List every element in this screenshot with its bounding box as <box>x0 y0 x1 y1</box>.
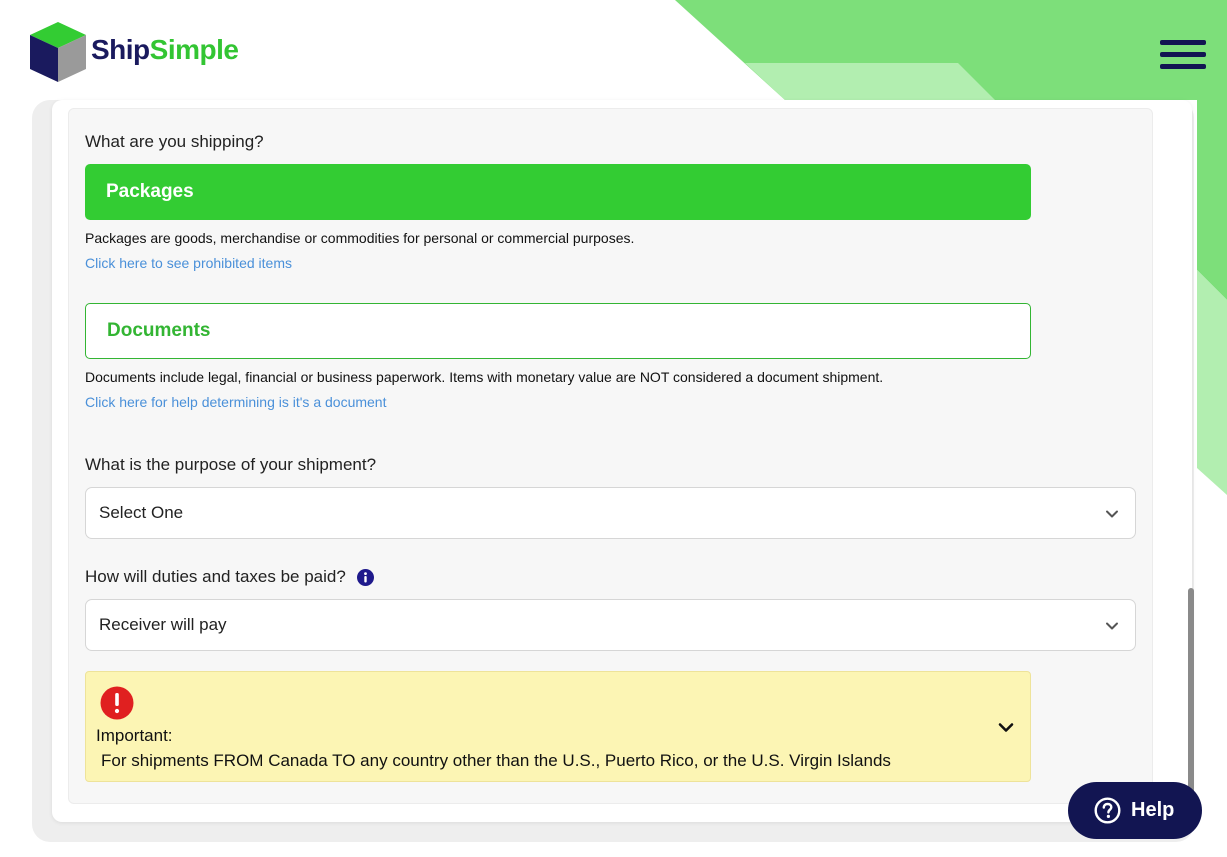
logo-text-ship: Ship <box>91 34 150 65</box>
logo-wordmark: ShipSimple <box>91 34 239 66</box>
menu-bar <box>1160 52 1206 57</box>
scrollbar[interactable] <box>1185 108 1197 828</box>
menu-bar <box>1160 64 1206 69</box>
purpose-question: What is the purpose of your shipment? <box>85 455 377 474</box>
cube-logo-icon <box>30 22 86 82</box>
important-notice[interactable]: Important: For shipments FROM Canada TO … <box>85 671 1031 782</box>
packages-option-label: Packages <box>106 181 194 202</box>
question-circle-icon <box>1094 797 1121 824</box>
documents-option[interactable]: Documents <box>85 303 1031 359</box>
chevron-down-icon <box>1106 510 1118 518</box>
exclamation-circle-icon <box>100 686 134 720</box>
chevron-down-icon <box>1106 622 1118 630</box>
purpose-select-value: Select One <box>99 503 184 522</box>
duties-select-value: Receiver will pay <box>99 615 227 634</box>
packages-description: Packages are goods, merchandise or commo… <box>85 230 635 246</box>
notice-title: Important: <box>96 726 173 745</box>
notice-text: For shipments FROM Canada TO any country… <box>101 751 891 770</box>
shipping-type-question: What are you shipping? <box>85 132 264 151</box>
document-help-link[interactable]: Click here for help determining is it's … <box>85 394 386 410</box>
documents-description: Documents include legal, financial or bu… <box>85 369 884 385</box>
packages-option[interactable]: Packages <box>85 164 1031 220</box>
duties-question-row: How will duties and taxes be paid? <box>85 567 374 587</box>
info-icon[interactable] <box>356 568 374 586</box>
duties-question: How will duties and taxes be paid? <box>85 567 346 586</box>
purpose-select[interactable]: Select One <box>85 487 1136 539</box>
hamburger-menu-icon[interactable] <box>1160 40 1206 74</box>
documents-option-label: Documents <box>107 320 211 341</box>
shipsimple-logo[interactable]: ShipSimple <box>28 20 239 84</box>
chevron-down-icon[interactable] <box>998 721 1014 735</box>
prohibited-items-link[interactable]: Click here to see prohibited items <box>85 255 292 271</box>
logo-text-simple: Simple <box>149 34 239 65</box>
help-button-label: Help <box>1131 799 1175 821</box>
menu-bar <box>1160 40 1206 45</box>
help-button[interactable]: Help <box>1068 782 1202 839</box>
duties-payment-select[interactable]: Receiver will pay <box>85 599 1136 651</box>
